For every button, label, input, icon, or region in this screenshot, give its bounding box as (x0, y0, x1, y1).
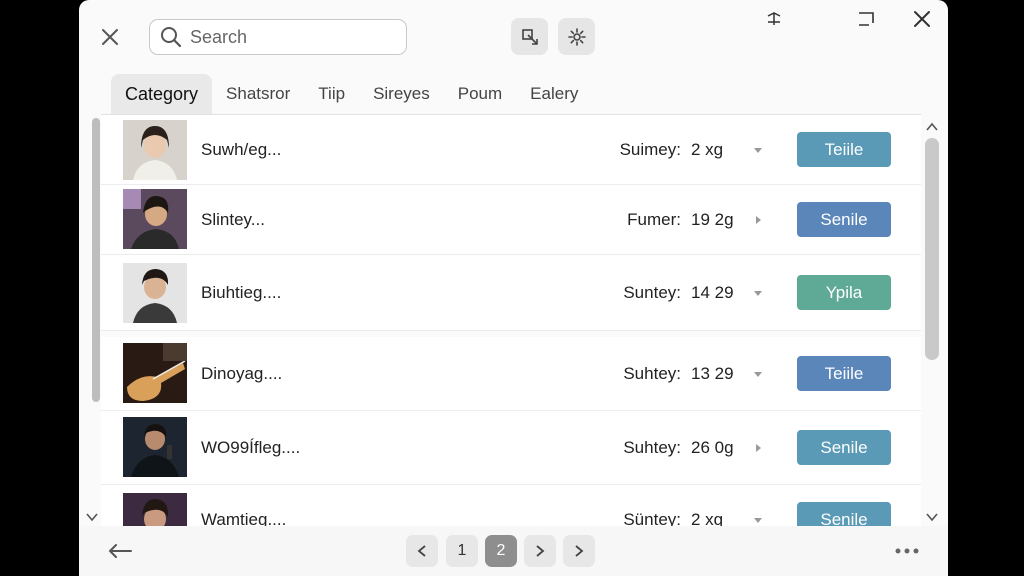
chevron-down-icon[interactable] (753, 515, 763, 525)
item-meta-label: Süntey: (623, 509, 681, 527)
settings-button[interactable] (558, 18, 595, 55)
prev-page-button[interactable] (406, 535, 438, 567)
tab-4[interactable]: Sireyes (359, 74, 444, 114)
avatar (123, 343, 187, 403)
list-item[interactable]: Biuhtieg.... Suntey: 14 29 Ypila (101, 255, 921, 331)
chevron-right-icon[interactable] (753, 443, 763, 453)
tab-3[interactable]: Tiip (304, 74, 359, 114)
right-scrollbar-thumb[interactable] (925, 138, 939, 360)
scroll-down-arrow[interactable] (925, 510, 939, 524)
item-meta-label: Suhtey: (623, 437, 681, 457)
search-icon (161, 27, 182, 48)
item-meta-value: 26 0g (691, 437, 734, 457)
item-name: Suwh/eg... (201, 139, 282, 159)
item-meta-label: Suimey: (619, 139, 681, 159)
footer-bar: 1 2 (79, 526, 948, 576)
item-name: WO99Ífleg.... (201, 437, 301, 457)
item-meta-value: 2 xg (691, 139, 724, 159)
chevron-right-icon (536, 545, 545, 557)
list-item[interactable]: WO99Ífleg.... Suhtey: 26 0g Senile (101, 411, 921, 485)
list-item[interactable]: Suwh/eg... Suimey: 2 xg Teiile (101, 115, 921, 185)
item-name: Biuhtieg.... (201, 282, 282, 302)
tab-5[interactable]: Poum (444, 74, 516, 114)
list-item[interactable]: Slintey... Fumer: 19 2g Senile (101, 185, 921, 255)
avatar (123, 189, 187, 249)
item-meta-value: 14 29 (691, 282, 734, 302)
tab-2[interactable]: Shatsror (212, 74, 304, 114)
gear-icon (567, 27, 586, 46)
pin-icon[interactable] (759, 8, 789, 30)
titlebar (79, 0, 948, 70)
item-list: Suwh/eg... Suimey: 2 xg Teiile Slintey..… (101, 114, 921, 526)
last-page-button[interactable] (563, 535, 595, 567)
maximize-icon[interactable] (851, 8, 881, 30)
tab-6[interactable]: Ealery (516, 74, 592, 114)
item-meta-label: Suhtey: (623, 363, 681, 383)
item-meta-value: 13 29 (691, 363, 734, 383)
transform-button[interactable] (511, 18, 548, 55)
left-scrollbar[interactable] (92, 118, 100, 402)
scroll-down-arrow-left[interactable] (85, 510, 99, 524)
status-badge[interactable]: Teiile (797, 132, 891, 167)
item-meta-label: Fumer: (627, 209, 681, 229)
transform-icon (521, 28, 538, 45)
category-tabs: Category Shatsror Tiip Sireyes Poum Eale… (111, 74, 592, 114)
status-badge[interactable]: Teiile (797, 356, 891, 391)
list-item[interactable]: Wamtieg.... Süntey: 2 xg Senile (101, 485, 921, 526)
chevron-down-icon[interactable] (753, 369, 763, 379)
status-badge[interactable]: Senile (797, 502, 891, 526)
page-1-button[interactable]: 1 (446, 535, 478, 567)
item-meta-value: 2 xg (691, 509, 724, 527)
item-meta-value: 19 2g (691, 209, 734, 229)
chevron-left-icon (417, 545, 426, 557)
more-dots-icon[interactable] (895, 548, 919, 554)
avatar (123, 493, 187, 526)
item-name: Slintey... (201, 209, 265, 229)
close-icon[interactable] (97, 24, 123, 50)
item-name: Wamtieg.... (201, 509, 287, 527)
status-badge[interactable]: Ypila (797, 275, 891, 310)
item-meta-label: Suntey: (623, 282, 681, 302)
chevron-right-icon[interactable] (753, 215, 763, 225)
search-input[interactable] (190, 26, 390, 48)
window-close-icon[interactable] (907, 8, 937, 30)
arrow-left-icon[interactable] (107, 542, 133, 560)
scroll-up-arrow[interactable] (925, 120, 939, 134)
status-badge[interactable]: Senile (797, 430, 891, 465)
search-box[interactable] (149, 19, 407, 55)
chevron-down-icon[interactable] (753, 288, 763, 298)
status-badge[interactable]: Senile (797, 202, 891, 237)
app-window: Category Shatsror Tiip Sireyes Poum Eale… (79, 0, 948, 576)
item-name: Dinoyag.... (201, 363, 283, 383)
page-current-button[interactable]: 2 (485, 535, 517, 567)
avatar (123, 120, 187, 180)
tab-category[interactable]: Category (111, 74, 213, 114)
chevron-down-icon[interactable] (753, 145, 763, 155)
next-page-button[interactable] (524, 535, 556, 567)
avatar (123, 263, 187, 323)
list-item[interactable]: Dinoyag.... Suhtey: 13 29 Teiile (101, 337, 921, 411)
avatar (123, 417, 187, 477)
chevron-right-icon (575, 545, 584, 557)
